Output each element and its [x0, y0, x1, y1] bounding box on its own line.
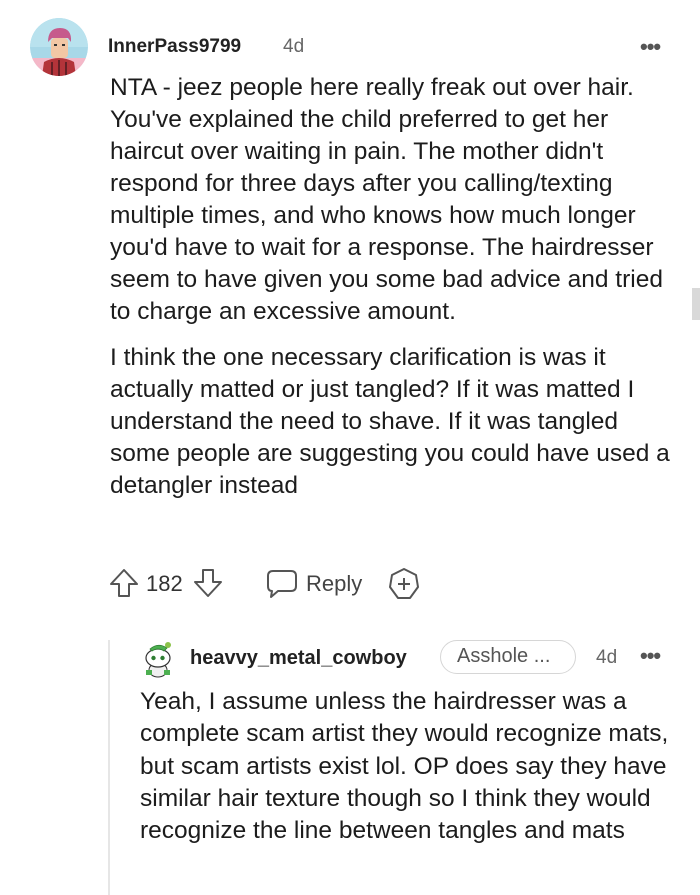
comment-author[interactable]: InnerPass9799 [108, 36, 241, 58]
vote-count: 182 [146, 571, 183, 596]
user-avatar-icon [30, 18, 88, 76]
downvote-arrow-icon[interactable] [192, 567, 224, 604]
speech-bubble-icon[interactable] [265, 568, 299, 605]
user-flair-badge[interactable]: Asshole ... [440, 640, 576, 674]
scrollbar-thumb[interactable] [692, 288, 700, 320]
comment-paragraph: NTA - jeez people here really freak out … [110, 74, 663, 325]
avatar[interactable] [30, 18, 88, 76]
comment-body: NTA - jeez people here really freak out … [110, 72, 680, 516]
upvote-arrow-icon[interactable] [108, 567, 140, 604]
reply-more-options-button[interactable]: ••• [640, 643, 661, 669]
more-options-button[interactable]: ••• [640, 34, 661, 60]
snoo-avatar-icon [145, 642, 171, 678]
award-plus-icon[interactable] [388, 567, 420, 606]
reply-author[interactable]: heavvy_metal_cowboy [190, 647, 407, 670]
reply-body: Yeah, I assume unless the hairdresser wa… [140, 688, 669, 845]
comment-paragraph: I think the one necessary clarification … [110, 344, 670, 499]
reply-timestamp: 4d [596, 647, 618, 668]
thread-line[interactable] [108, 640, 110, 895]
comment-timestamp: 4d [283, 36, 305, 57]
reply-avatar[interactable] [140, 640, 176, 678]
reply-button[interactable]: Reply [306, 571, 362, 597]
